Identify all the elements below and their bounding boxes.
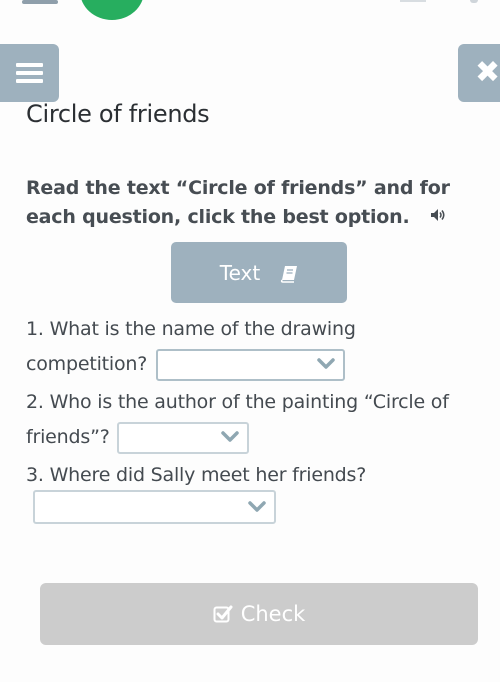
chevron-down-icon (317, 357, 335, 369)
answer-dropdown-2[interactable] (117, 421, 250, 454)
question-3: 3. Where did Sally meet her friends? (26, 458, 486, 493)
menu-button[interactable] (0, 44, 59, 102)
close-button[interactable]: ✖ (458, 44, 500, 102)
speaker-icon[interactable] (430, 204, 446, 233)
instructions-text: Read the text “Circle of friends” and fo… (26, 177, 450, 228)
text-button[interactable]: Text (171, 242, 347, 303)
top-bar-icon (470, 0, 478, 3)
answer-dropdown-1[interactable] (155, 348, 345, 381)
text-button-label: Text (219, 260, 261, 285)
close-icon: ✖ (475, 55, 500, 90)
checkbox-check-icon (213, 604, 233, 624)
chevron-down-icon (221, 430, 240, 442)
top-bar-indicator (22, 0, 58, 4)
question-2: 2. Who is the author of the painting “Ci… (26, 385, 486, 455)
question-number: 1. (26, 318, 44, 340)
chevron-down-icon (248, 501, 266, 512)
check-button[interactable]: Check (40, 583, 478, 645)
question-number: 3. (26, 464, 44, 486)
hamburger-icon (16, 63, 43, 83)
instructions: Read the text “Circle of friends” and fo… (26, 174, 496, 233)
book-icon (280, 264, 298, 283)
green-status-circle (80, 0, 144, 20)
question-text: Where did Sally meet her friends? (49, 464, 367, 486)
question-number: 2. (26, 391, 44, 413)
answer-dropdown-3[interactable] (33, 490, 276, 524)
page-title: Circle of friends (26, 100, 210, 128)
question-1: 1. What is the name of the drawing compe… (26, 312, 476, 382)
check-button-label: Check (240, 602, 306, 626)
top-bar-line (400, 0, 426, 2)
